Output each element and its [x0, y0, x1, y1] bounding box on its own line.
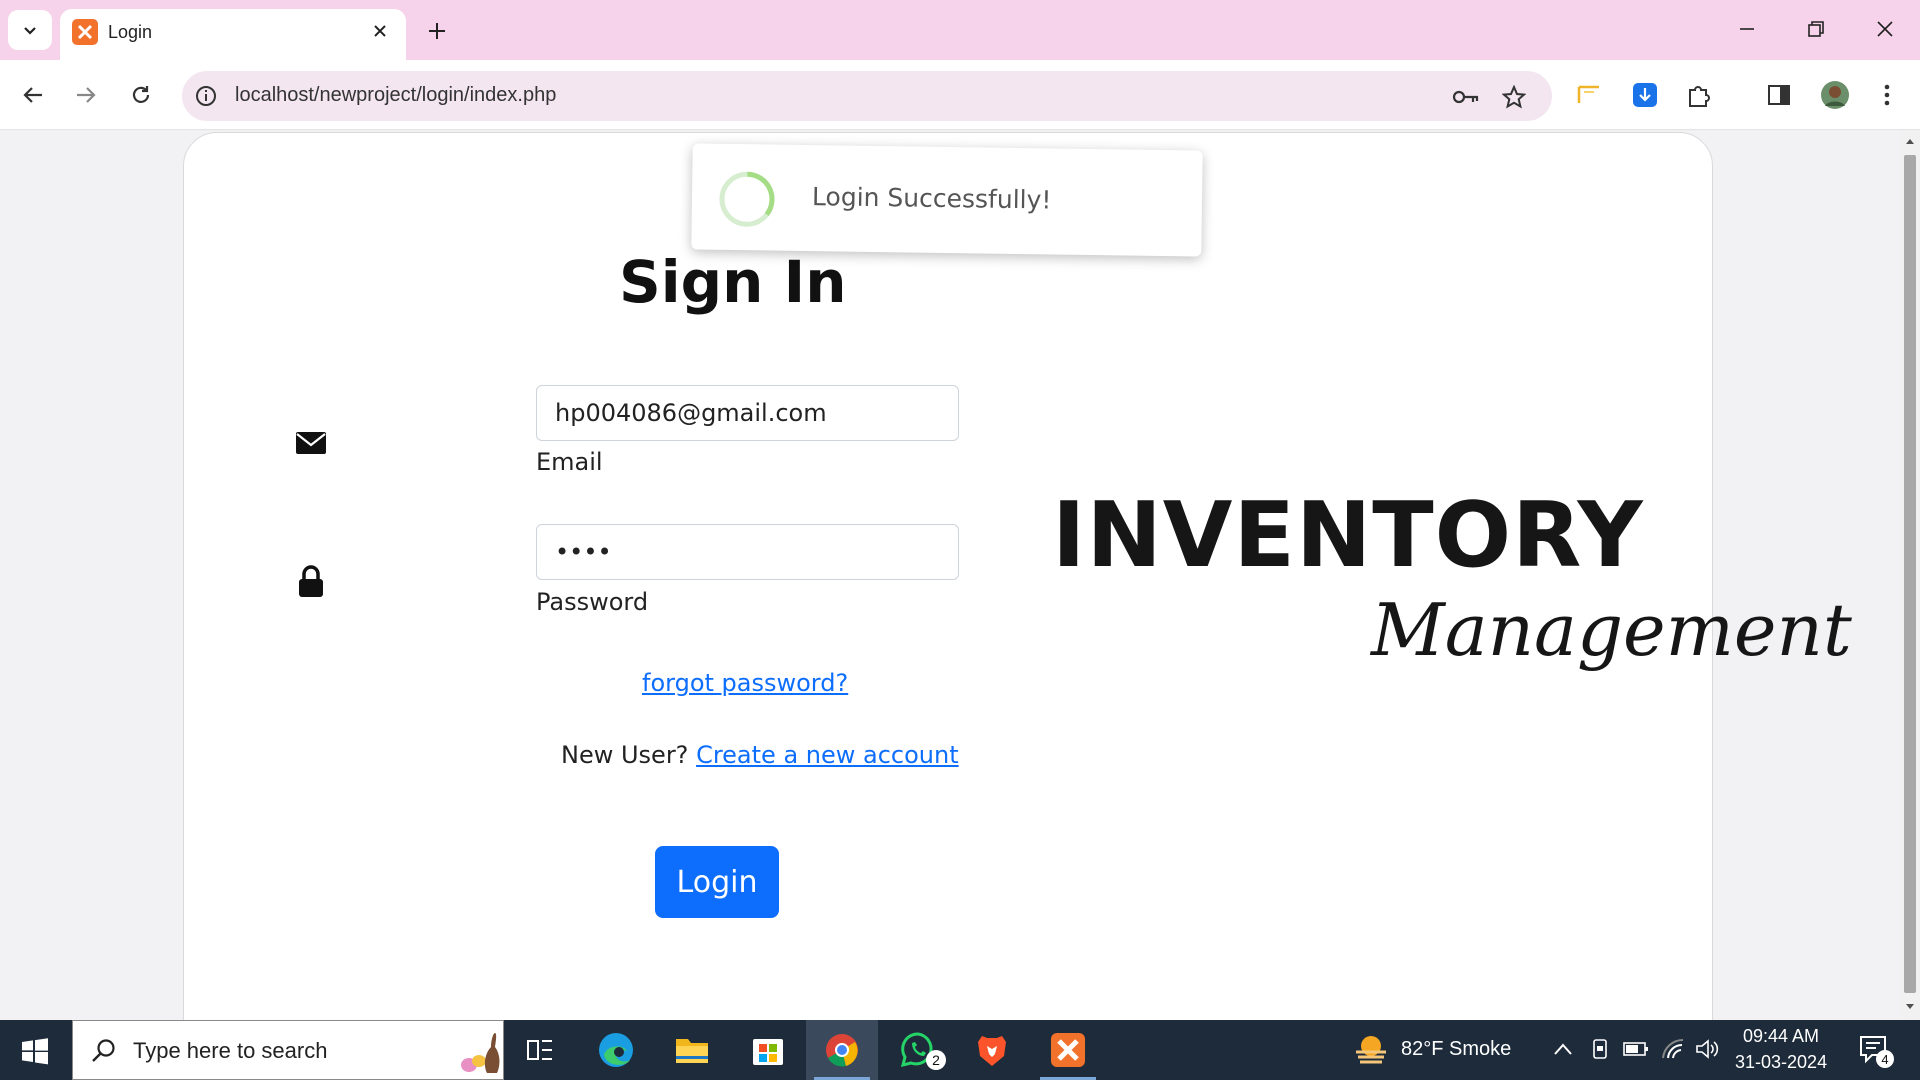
scroll-down-icon[interactable]	[1905, 1003, 1915, 1011]
password-key-icon[interactable]	[1452, 83, 1480, 111]
profile-avatar[interactable]	[1817, 77, 1853, 113]
xampp-icon	[1051, 1033, 1085, 1067]
task-view-button[interactable]	[504, 1020, 576, 1080]
task-view-icon	[527, 1040, 552, 1060]
clock-time[interactable]: 09:44 AM	[1743, 1026, 1819, 1047]
page-viewport: Sign In hp004086@gmail.com Email •••• Pa…	[0, 131, 1900, 1020]
taskbar-whatsapp[interactable]: 2	[882, 1020, 954, 1080]
reload-button[interactable]	[121, 75, 161, 115]
notification-badge: 4	[1876, 1050, 1894, 1068]
logo-management: Management	[1371, 588, 1852, 672]
success-toast: Login Successfully!	[691, 143, 1203, 257]
search-icon	[92, 1039, 115, 1062]
vertical-scrollbar[interactable]	[1900, 131, 1920, 1020]
notification-center-button[interactable]: 4	[1858, 1034, 1898, 1068]
taskbar-chrome[interactable]	[806, 1020, 878, 1080]
minimize-icon	[1740, 28, 1754, 30]
envelope-icon	[296, 432, 326, 454]
loading-spinner-icon	[719, 171, 775, 227]
scroll-up-icon[interactable]	[1905, 137, 1915, 145]
bookmark-star-icon[interactable]	[1500, 83, 1528, 111]
chrome-icon	[826, 1034, 858, 1067]
url-text: localhost/newproject/login/index.php	[235, 84, 557, 106]
taskbar-brave[interactable]	[956, 1020, 1028, 1080]
browser-tab-bar: Login	[0, 0, 1920, 60]
volume-icon[interactable]	[1695, 1038, 1721, 1060]
logo-inventory: INVENTORY	[1052, 483, 1644, 588]
store-icon	[753, 1039, 783, 1065]
brave-lion-icon	[978, 1036, 1006, 1066]
weather-text[interactable]: 82°F Smoke	[1401, 1038, 1511, 1061]
password-label: Password	[536, 588, 649, 616]
back-button[interactable]	[13, 75, 53, 115]
login-button[interactable]: Login	[655, 846, 779, 918]
email-label: Email	[536, 448, 603, 476]
password-field[interactable]: ••••	[536, 524, 959, 580]
minimize-button[interactable]	[1724, 12, 1770, 46]
site-info-icon[interactable]	[194, 84, 218, 108]
close-icon	[1877, 21, 1893, 37]
extension-flag-icon[interactable]	[1571, 77, 1607, 113]
email-field[interactable]: hp004086@gmail.com	[536, 385, 959, 441]
login-card: Sign In hp004086@gmail.com Email •••• Pa…	[183, 132, 1852, 1020]
clock-date[interactable]: 31-03-2024	[1735, 1052, 1827, 1073]
taskbar-file-explorer[interactable]	[656, 1020, 728, 1080]
taskbar-search-box[interactable]: Type here to search	[72, 1020, 504, 1080]
address-bar[interactable]: localhost/newproject/login/index.php	[182, 71, 1552, 121]
page-title: Sign In	[619, 248, 847, 316]
arrow-right-icon	[77, 87, 96, 103]
close-tab-icon[interactable]	[368, 19, 392, 43]
windows-taskbar: Type here to search 2 82°F Smoke 09:44 A…	[0, 1020, 1920, 1080]
reload-icon	[132, 86, 150, 103]
tab-search-button[interactable]	[8, 10, 52, 50]
close-window-button[interactable]	[1862, 12, 1908, 46]
search-placeholder: Type here to search	[133, 1038, 328, 1063]
wifi-icon[interactable]	[1661, 1038, 1685, 1060]
scroll-thumb[interactable]	[1904, 155, 1916, 993]
tab-login[interactable]: Login	[60, 9, 406, 60]
forward-button[interactable]	[66, 75, 106, 115]
lock-icon	[299, 565, 323, 597]
xampp-favicon-icon	[72, 19, 98, 45]
restore-icon	[1808, 21, 1824, 37]
windows-start-icon[interactable]	[14, 1034, 54, 1068]
tab-title: Login	[108, 22, 153, 42]
restore-button[interactable]	[1793, 12, 1839, 46]
browser-menu-icon[interactable]	[1869, 77, 1905, 113]
plus-icon	[429, 23, 445, 39]
forgot-password-link[interactable]: forgot password?	[642, 669, 848, 697]
browser-toolbar: localhost/newproject/login/index.php	[0, 60, 1920, 130]
chevron-down-icon	[24, 27, 36, 35]
side-panel-icon[interactable]	[1761, 77, 1797, 113]
new-user-text: New User?	[561, 741, 689, 769]
whatsapp-badge: 2	[926, 1050, 946, 1070]
battery-icon[interactable]	[1623, 1040, 1649, 1058]
folder-icon	[676, 1039, 708, 1063]
taskbar-edge[interactable]	[580, 1020, 652, 1080]
edge-icon	[599, 1033, 633, 1067]
new-user-line: New User? Create a new account	[561, 741, 959, 769]
taskbar-store[interactable]	[732, 1020, 804, 1080]
download-extension-icon[interactable]	[1627, 77, 1663, 113]
taskbar-xampp[interactable]	[1032, 1020, 1104, 1080]
extensions-puzzle-icon[interactable]	[1681, 77, 1717, 113]
chevron-up-icon[interactable]	[1553, 1042, 1573, 1056]
arrow-left-icon	[23, 87, 42, 103]
toast-message: Login Successfully!	[811, 182, 1052, 215]
weather-sun-haze-icon[interactable]	[1352, 1032, 1390, 1068]
easter-bunny-icon	[461, 1033, 500, 1073]
create-account-link[interactable]: Create a new account	[696, 741, 959, 769]
new-tab-button[interactable]	[420, 14, 454, 48]
meet-now-icon[interactable]	[1590, 1038, 1610, 1062]
